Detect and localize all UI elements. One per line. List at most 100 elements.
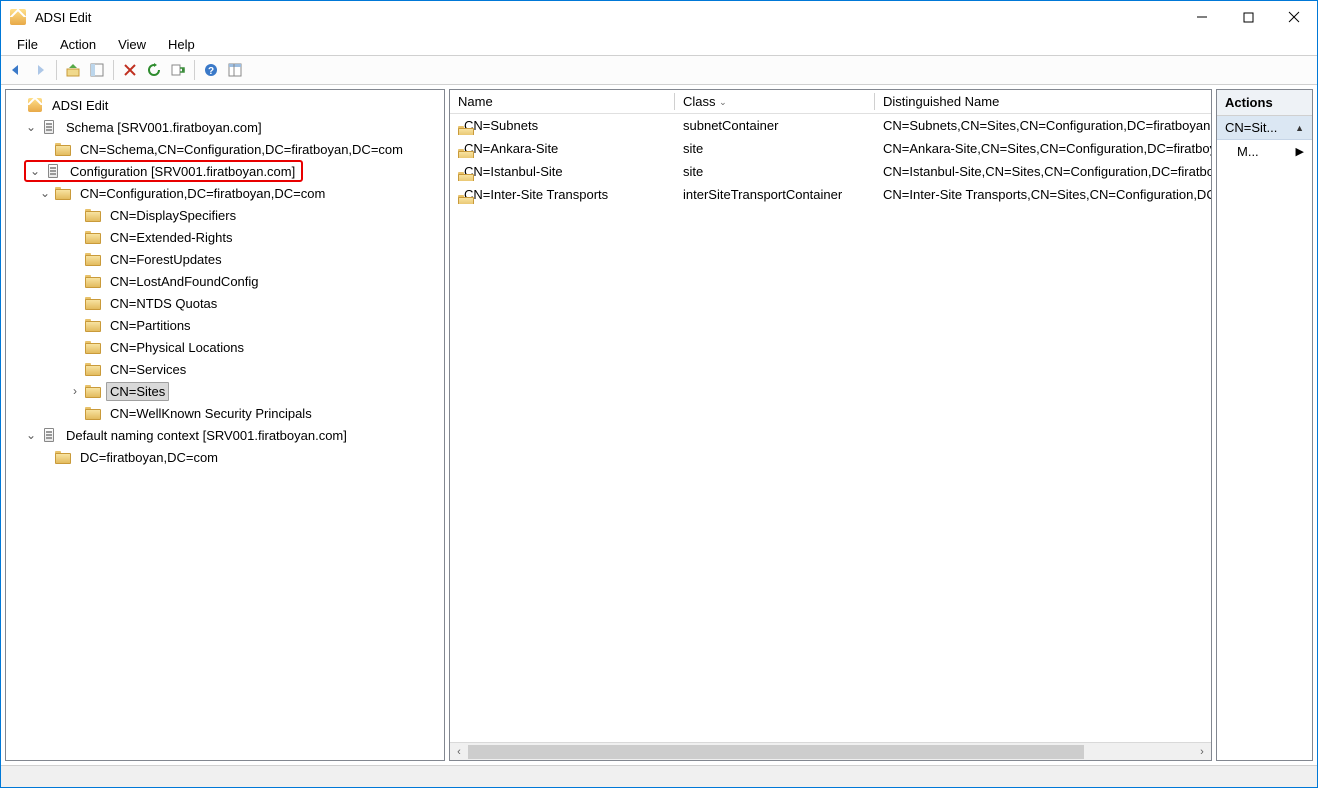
list-body[interactable]: CN=Subnets subnetContainer CN=Subnets,CN… [450,114,1211,742]
cell-dn: CN=Subnets,CN=Sites,CN=Configuration,DC=… [875,116,1211,135]
tree-label: Schema [SRV001.firatboyan.com] [62,118,266,137]
list-item[interactable]: CN=Subnets subnetContainer CN=Subnets,CN… [450,114,1211,137]
delete-button[interactable] [119,59,141,81]
actions-category-label: CN=Sit... [1225,120,1277,135]
horizontal-scrollbar[interactable]: ‹ › [450,742,1211,760]
collapse-icon[interactable]: ⌄ [28,164,42,178]
actions-header: Actions [1217,90,1312,116]
tree-item[interactable]: CN=Extended-Rights [10,226,444,248]
toolbar-separator [194,60,195,80]
tree-item[interactable]: CN=NTDS Quotas [10,292,444,314]
tree-label: CN=NTDS Quotas [106,294,221,313]
tree-label: CN=Partitions [106,316,195,335]
help-button[interactable]: ? [200,59,222,81]
tree-label: Default naming context [SRV001.firatboya… [62,426,351,445]
close-button[interactable] [1271,1,1317,33]
submenu-arrow-icon: ▶ [1296,145,1304,158]
navigation-tree[interactable]: ADSI Edit ⌄ Schema [SRV001.firatboyan.co… [6,90,444,472]
tree-schema-node[interactable]: ⌄ Schema [SRV001.firatboyan.com] [10,116,444,138]
cell-class: site [675,139,875,158]
titlebar: ADSI Edit [1,1,1317,33]
list-item[interactable]: CN=Inter-Site Transports interSiteTransp… [450,183,1211,206]
tree-label: Configuration [SRV001.firatboyan.com] [66,162,299,181]
cell-class: subnetContainer [675,116,875,135]
tree-item[interactable]: CN=LostAndFoundConfig [10,270,444,292]
tree-item[interactable]: CN=Services [10,358,444,380]
export-list-button[interactable] [167,59,189,81]
cell-name: CN=Istanbul-Site [464,164,563,179]
tree-configuration-container[interactable]: ⌄ CN=Configuration,DC=firatboyan,DC=com [10,182,444,204]
cell-class: site [675,162,875,181]
collapse-icon[interactable]: ⌄ [38,186,52,200]
tree-item[interactable]: CN=ForestUpdates [10,248,444,270]
actions-more-item[interactable]: M... ▶ [1217,140,1312,163]
up-button[interactable] [62,59,84,81]
list-item[interactable]: CN=Istanbul-Site site CN=Istanbul-Site,C… [450,160,1211,183]
maximize-button[interactable] [1225,1,1271,33]
sort-indicator-icon: ⌄ [719,97,727,107]
tree-item[interactable]: CN=Partitions [10,314,444,336]
scroll-thumb[interactable] [468,745,1084,759]
naming-context-icon [40,118,58,136]
column-header-name[interactable]: Name [450,90,675,113]
scroll-left-button[interactable]: ‹ [450,744,468,760]
list-header: Name Class ⌄ Distinguished Name [450,90,1211,114]
folder-icon [54,184,72,202]
show-hide-tree-button[interactable] [86,59,108,81]
folder-icon [54,448,72,466]
tree-default-nc-node[interactable]: ⌄ Default naming context [SRV001.firatbo… [10,424,444,446]
cell-name: CN=Subnets [464,118,538,133]
expand-placeholder [38,450,52,464]
cell-name: CN=Ankara-Site [464,141,558,156]
results-pane: Name Class ⌄ Distinguished Name CN=Subne… [449,89,1212,761]
expand-icon[interactable]: › [68,384,82,398]
content-area: ADSI Edit ⌄ Schema [SRV001.firatboyan.co… [1,85,1317,765]
list-item[interactable]: CN=Ankara-Site site CN=Ankara-Site,CN=Si… [450,137,1211,160]
minimize-button[interactable] [1179,1,1225,33]
tree-default-nc-container[interactable]: DC=firatboyan,DC=com [10,446,444,468]
tree-item[interactable]: CN=DisplaySpecifiers [10,204,444,226]
actions-pane: Actions CN=Sit... ▲ M... ▶ [1216,89,1313,761]
adsi-edit-icon [26,96,44,114]
refresh-button[interactable] [143,59,165,81]
column-header-class[interactable]: Class ⌄ [675,90,875,113]
tree-schema-container[interactable]: CN=Schema,CN=Configuration,DC=firatboyan… [10,138,444,160]
folder-icon [84,294,102,312]
folder-icon [84,228,102,246]
view-list-button[interactable] [224,59,246,81]
collapse-icon[interactable]: ⌄ [24,120,38,134]
window-controls [1179,1,1317,33]
expand-icon [10,98,24,112]
column-header-dn[interactable]: Distinguished Name [875,90,1211,113]
tree-root[interactable]: ADSI Edit [10,94,444,116]
folder-icon [84,338,102,356]
folder-icon [54,140,72,158]
menubar: File Action View Help [1,33,1317,55]
tree-pane: ADSI Edit ⌄ Schema [SRV001.firatboyan.co… [5,89,445,761]
naming-context-icon [40,426,58,444]
cell-class: interSiteTransportContainer [675,185,875,204]
tree-item[interactable]: CN=Physical Locations [10,336,444,358]
forward-button[interactable] [29,59,51,81]
tree-label: DC=firatboyan,DC=com [76,448,222,467]
scroll-track[interactable] [468,744,1193,760]
folder-icon [84,206,102,224]
tree-item-sites[interactable]: ›CN=Sites [10,380,444,402]
adsi-edit-app-icon [9,8,27,26]
expand-placeholder [38,142,52,156]
menu-view[interactable]: View [108,35,156,54]
cell-dn: CN=Istanbul-Site,CN=Sites,CN=Configurati… [875,162,1211,181]
menu-action[interactable]: Action [50,35,106,54]
scroll-right-button[interactable]: › [1193,744,1211,760]
tree-item[interactable]: CN=WellKnown Security Principals [10,402,444,424]
menu-file[interactable]: File [7,35,48,54]
menu-help[interactable]: Help [158,35,205,54]
folder-icon [84,272,102,290]
tree-configuration-node[interactable]: ⌄ Configuration [SRV001.firatboyan.com] [10,160,444,182]
toolbar: ? [1,55,1317,85]
collapse-icon[interactable]: ⌄ [24,428,38,442]
toolbar-separator [56,60,57,80]
actions-category[interactable]: CN=Sit... ▲ [1217,116,1312,140]
back-button[interactable] [5,59,27,81]
statusbar [1,765,1317,787]
